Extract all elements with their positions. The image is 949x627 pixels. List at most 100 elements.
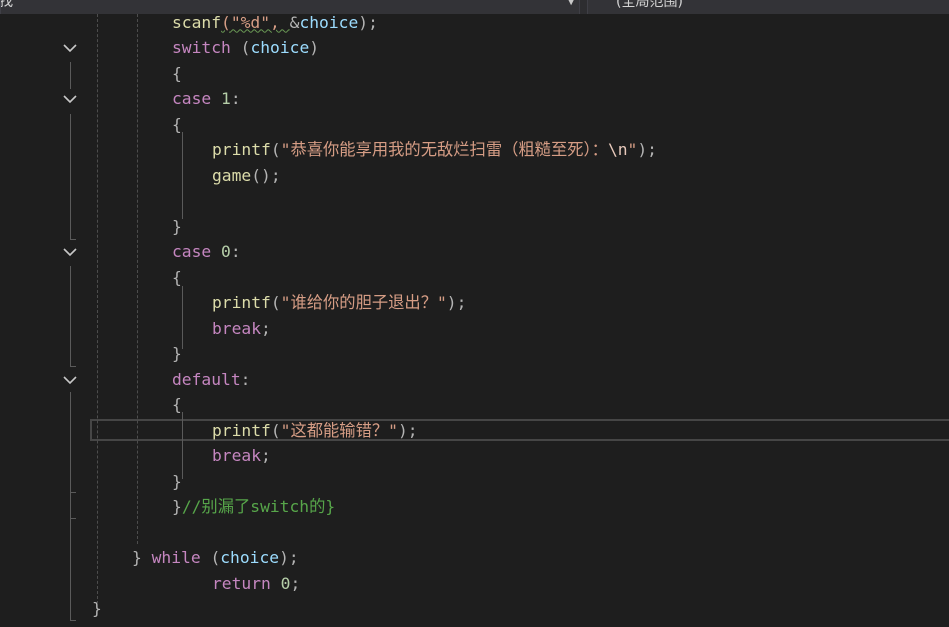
code-token: while: [151, 548, 201, 567]
navigation-bar: 找 ▼ (全局范围): [0, 0, 949, 14]
code-token: );: [279, 548, 299, 567]
code-token: ;: [261, 446, 271, 465]
code-token: ;: [290, 573, 301, 593]
code-token: case: [172, 89, 212, 108]
code-token: }: [132, 548, 142, 567]
code-token: \n: [607, 140, 628, 159]
code-token: (: [200, 548, 221, 567]
code-line[interactable]: default:: [172, 367, 250, 393]
code-line[interactable]: scanf("%d", &choice);: [172, 10, 378, 36]
scope-left-label: 找: [0, 0, 13, 10]
code-token: "恭喜你能享用我的无敌烂扫雷（粗糙至死）：: [280, 140, 608, 159]
fold-region-end: [70, 239, 76, 240]
code-line[interactable]: case 1:: [172, 86, 241, 112]
fold-toggle-icon[interactable]: [62, 91, 78, 107]
code-token: "谁给你的胆子退出？": [280, 293, 447, 312]
code-token: {: [172, 63, 182, 83]
code-line[interactable]: printf("这都能输错？");: [212, 418, 418, 444]
code-line[interactable]: case 0:: [172, 239, 241, 265]
code-line[interactable]: printf("恭喜你能享用我的无敌烂扫雷（粗糙至死）：\n");: [212, 137, 657, 163]
code-token: :: [230, 242, 241, 261]
code-line[interactable]: {: [172, 265, 182, 291]
fold-region-end: [70, 620, 76, 621]
code-token: break: [212, 318, 262, 338]
code-editor[interactable]: scanf("%d", &choice); switch (choice){cas…: [0, 13, 949, 627]
code-token: (: [230, 38, 251, 57]
fold-region-end: [70, 518, 76, 519]
code-token: break: [212, 446, 262, 465]
code-line[interactable]: {: [172, 112, 182, 138]
indent-guide: [137, 14, 138, 544]
code-token: printf: [212, 420, 271, 440]
code-token: ): [309, 38, 320, 57]
code-token: );: [358, 12, 378, 32]
code-token: 0: [280, 573, 291, 593]
code-token: );: [637, 140, 657, 159]
code-token: default: [172, 369, 241, 389]
code-line[interactable]: }: [172, 214, 182, 240]
code-line[interactable]: }: [172, 469, 182, 495]
code-token: {: [172, 267, 182, 287]
code-token: }: [172, 471, 182, 491]
code-token: 1: [221, 89, 231, 108]
code-token: }: [172, 344, 182, 363]
code-token: {: [172, 395, 182, 414]
code-token: choice: [250, 38, 310, 57]
code-line[interactable]: printf("谁给你的胆子退出？");: [212, 290, 466, 316]
code-token: 0: [221, 242, 231, 261]
chevron-down-icon[interactable]: ▼: [567, 0, 575, 9]
code-token: (: [270, 293, 281, 312]
code-token: return: [212, 573, 271, 593]
code-token: (: [270, 420, 281, 440]
code-token: choice: [299, 12, 359, 32]
fold-toggle-icon[interactable]: [62, 40, 78, 56]
code-token: scanf: [172, 12, 222, 32]
code-token: printf: [212, 293, 271, 312]
fold-region-end: [70, 366, 76, 367]
outline-bracket: [70, 62, 71, 89]
code-token: }: [172, 497, 182, 516]
code-token: "这都能输错？": [280, 420, 398, 440]
code-token: choice: [220, 548, 280, 567]
fold-toggle-icon[interactable]: [62, 372, 78, 388]
code-token: (: [270, 140, 281, 159]
code-token: ("%d",: [221, 12, 290, 32]
code-token: );: [446, 293, 467, 312]
code-line[interactable]: break;: [212, 316, 271, 342]
outline-bracket: [70, 114, 71, 239]
indent-guide: [182, 412, 183, 479]
fold-region-end: [70, 492, 76, 493]
scope-right-label: (全局范围): [616, 0, 683, 10]
code-line[interactable]: switch (choice): [172, 35, 319, 61]
code-line[interactable]: {: [172, 61, 182, 87]
outline-bracket: [70, 266, 71, 366]
indent-guide: [182, 286, 183, 349]
code-token: game: [212, 165, 252, 185]
code-token: :: [230, 89, 241, 108]
scope-dropdown-right[interactable]: (全局范围): [587, 0, 949, 14]
code-token: :: [240, 369, 251, 389]
code-line[interactable]: game();: [212, 163, 281, 189]
code-token: ": [627, 140, 638, 159]
code-line[interactable]: break;: [212, 443, 271, 469]
code-token: printf: [212, 140, 271, 159]
code-token: &: [289, 12, 300, 32]
indent-guide: [182, 132, 183, 219]
code-token: }: [172, 216, 182, 236]
outline-bracket: [70, 392, 71, 620]
code-token: {: [172, 114, 182, 134]
code-line[interactable]: {: [172, 392, 182, 418]
indent-guide: [97, 14, 98, 604]
code-token: );: [397, 420, 418, 440]
code-line[interactable]: } while (choice);: [132, 545, 299, 571]
code-line[interactable]: return 0;: [212, 571, 300, 597]
fold-toggle-icon[interactable]: [62, 244, 78, 260]
code-token: ();: [251, 165, 281, 185]
code-line[interactable]: }//别漏了switch的}: [172, 494, 335, 520]
code-token: ;: [261, 318, 271, 338]
code-line[interactable]: }: [172, 341, 182, 367]
